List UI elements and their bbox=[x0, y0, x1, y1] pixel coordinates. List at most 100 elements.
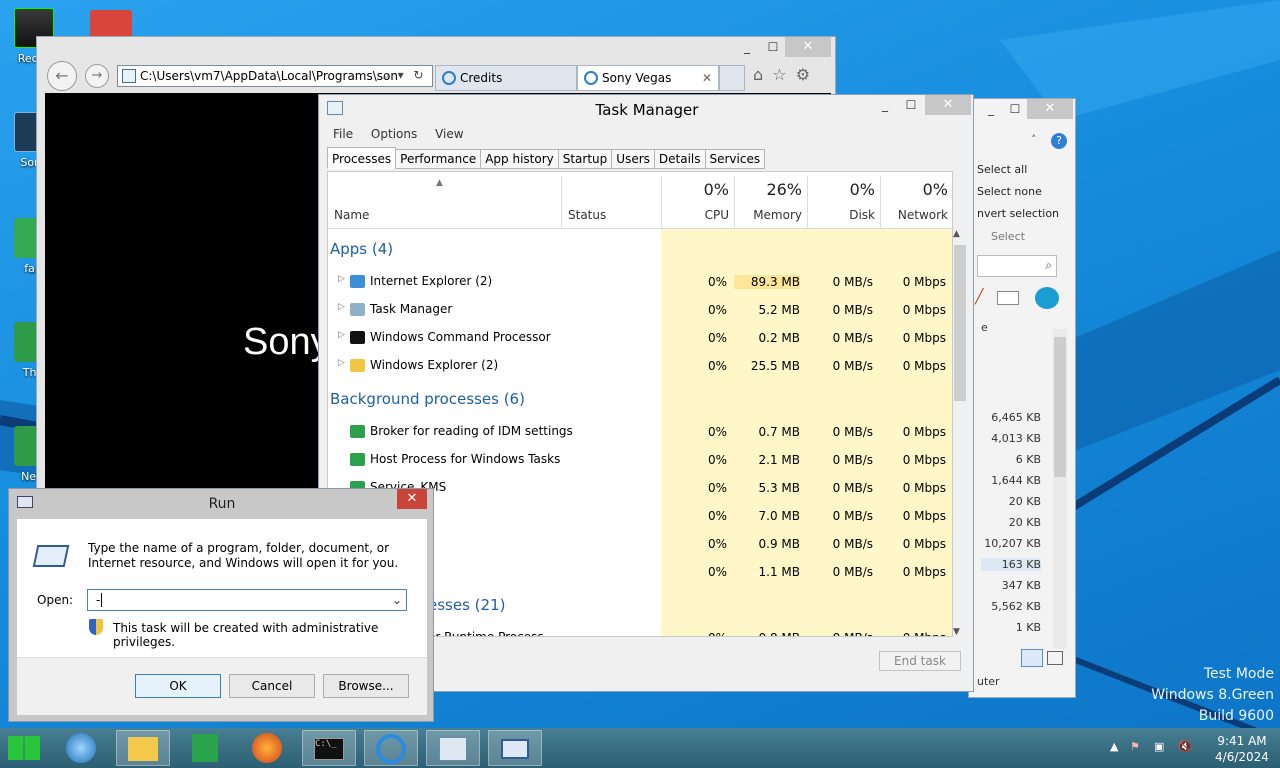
cmd-icon: C:\_ bbox=[314, 738, 344, 760]
scrollbar[interactable]: ▲ ▼ bbox=[953, 229, 967, 637]
mail-icon[interactable] bbox=[997, 291, 1019, 305]
tab-performance[interactable]: Performance bbox=[395, 149, 482, 169]
column-header-status[interactable]: Status bbox=[568, 208, 606, 222]
table-row[interactable]: ▷ Windows Command Processor 0% 0.2 MB 0 MB/s… bbox=[328, 324, 952, 352]
column-header-memory[interactable]: Memory bbox=[734, 208, 802, 222]
menu-file[interactable]: File bbox=[333, 127, 353, 141]
column-header-network[interactable]: Network bbox=[880, 208, 948, 222]
tab-close-icon[interactable]: ✕ bbox=[702, 66, 712, 90]
select-all-button[interactable]: Select all bbox=[977, 163, 1027, 176]
network-tray-icon[interactable]: ▣ bbox=[1154, 740, 1164, 753]
end-task-button[interactable]: End task bbox=[879, 651, 961, 671]
maximize-button[interactable]: ☐ bbox=[1001, 99, 1029, 119]
cpu-total: 0% bbox=[703, 180, 729, 199]
group-apps: Apps (4) bbox=[330, 240, 394, 258]
start-button[interactable] bbox=[8, 736, 40, 760]
minimize-button[interactable]: _ bbox=[733, 37, 761, 57]
taskbar-firefox[interactable] bbox=[240, 730, 294, 766]
column-header-cpu[interactable]: CPU bbox=[661, 208, 729, 222]
dropdown-icon[interactable]: ▾ bbox=[398, 68, 404, 82]
close-button[interactable]: ✕ bbox=[1027, 99, 1073, 119]
help-icon[interactable]: ? bbox=[1051, 133, 1067, 149]
browse-button[interactable]: Browse... bbox=[323, 674, 409, 698]
home-icon[interactable]: ⌂ bbox=[753, 65, 763, 84]
invert-selection-button[interactable]: nvert selection bbox=[977, 207, 1059, 220]
search-icon[interactable]: ⌕ bbox=[383, 68, 390, 82]
table-row[interactable]: ▷ Windows Explorer (2) 0% 25.5 MB 0 MB/s 0 Mb… bbox=[328, 352, 952, 380]
expand-arrow-icon[interactable]: ▷ bbox=[338, 358, 345, 368]
collapse-ribbon-icon[interactable]: ˄ bbox=[1031, 133, 1037, 146]
volume-muted-icon[interactable]: 🔇 bbox=[1178, 740, 1192, 753]
tab-details[interactable]: Details bbox=[653, 149, 706, 169]
maximize-button[interactable]: ☐ bbox=[759, 37, 787, 57]
forward-button[interactable]: → bbox=[85, 64, 109, 88]
close-button[interactable]: ✕ bbox=[397, 489, 427, 509]
taskbar-ie[interactable] bbox=[364, 730, 418, 766]
open-input[interactable]: - ⌄ bbox=[87, 589, 407, 611]
favorites-icon[interactable]: ☆ bbox=[772, 65, 786, 84]
process-name: Internet Explorer (2) bbox=[370, 274, 493, 288]
close-button[interactable]: ✕ bbox=[925, 95, 971, 115]
show-hidden-icons[interactable]: ▲ bbox=[1110, 740, 1118, 753]
settings-gear-icon[interactable]: ⚙ bbox=[796, 65, 810, 84]
tab-processes[interactable]: Processes bbox=[327, 147, 397, 169]
expand-arrow-icon[interactable]: ▷ bbox=[338, 330, 345, 340]
select-none-button[interactable]: Select none bbox=[977, 185, 1042, 198]
dialog-body: Type the name of a program, folder, docu… bbox=[17, 519, 427, 715]
new-tab-button[interactable] bbox=[719, 65, 745, 91]
cancel-button[interactable]: Cancel bbox=[229, 674, 315, 698]
scroll-thumb[interactable] bbox=[954, 245, 966, 401]
explorer-window[interactable]: _ ☐ ✕ ˄ ? Select all Select none nvert s… bbox=[968, 98, 1076, 698]
process-disk: 0 MB/s bbox=[832, 331, 873, 345]
search-box[interactable]: ⌕ bbox=[977, 255, 1057, 277]
taskbar-file-explorer[interactable] bbox=[116, 730, 170, 766]
maximize-button[interactable]: ☐ bbox=[897, 95, 925, 115]
tab-users[interactable]: Users bbox=[611, 149, 655, 169]
chevron-down-icon[interactable]: ⌄ bbox=[392, 590, 402, 610]
taskbar-cmd[interactable]: C:\_ bbox=[302, 730, 356, 766]
scroll-down-icon[interactable]: ▼ bbox=[953, 627, 960, 637]
taskbar-store[interactable] bbox=[178, 730, 232, 766]
scroll-up-icon[interactable]: ▲ bbox=[953, 229, 960, 239]
tab-credits[interactable]: Credits bbox=[435, 65, 577, 91]
scrollbar[interactable] bbox=[1053, 329, 1067, 649]
close-button[interactable]: ✕ bbox=[785, 37, 831, 57]
tab-app-history[interactable]: App history bbox=[480, 149, 559, 169]
process-disk: 0 MB/s bbox=[832, 481, 873, 495]
expand-arrow-icon[interactable]: ▷ bbox=[338, 274, 345, 284]
file-size: 347 KB bbox=[1001, 579, 1041, 592]
process-net: 0 Mbps bbox=[902, 481, 946, 495]
table-row[interactable]: Host Process for Windows Tasks 0% 2.1 MB 0 … bbox=[328, 446, 952, 474]
taskbar-globe[interactable] bbox=[54, 730, 108, 766]
table-row[interactable]: ▷ Internet Explorer (2) 0% 89.3 MB 0 MB/s 0 M… bbox=[328, 268, 952, 296]
large-icons-view-button[interactable] bbox=[1047, 651, 1063, 665]
table-row[interactable]: ▷ Task Manager 0% 5.2 MB 0 MB/s 0 Mbps bbox=[328, 296, 952, 324]
tab-sony-vegas[interactable]: Sony Vegas ✕ bbox=[577, 65, 719, 91]
ok-button[interactable]: OK bbox=[135, 674, 221, 698]
back-button[interactable]: ← bbox=[47, 61, 77, 91]
process-icon bbox=[350, 359, 365, 372]
column-header-name[interactable]: Name bbox=[334, 208, 369, 222]
clock[interactable]: 9:41 AM 4/6/2024 bbox=[1208, 733, 1276, 765]
details-view-button[interactable] bbox=[1021, 649, 1043, 667]
minimize-button[interactable]: _ bbox=[871, 95, 899, 115]
menu-options[interactable]: Options bbox=[371, 127, 417, 141]
taskbar-run[interactable] bbox=[488, 730, 542, 766]
process-cpu: 0% bbox=[707, 331, 727, 345]
menu-view[interactable]: View bbox=[435, 127, 463, 141]
taskbar-task-manager[interactable] bbox=[426, 730, 480, 766]
tab-services[interactable]: Services bbox=[704, 149, 766, 169]
table-row[interactable]: Broker for reading of IDM settings 0% 0.7 … bbox=[328, 418, 952, 446]
page-icon bbox=[122, 69, 136, 83]
column-header-disk[interactable]: Disk bbox=[807, 208, 875, 222]
file-size: 163 KB bbox=[981, 558, 1041, 571]
process-mem: 5.3 MB bbox=[758, 481, 800, 495]
pen-icon[interactable]: ╱ bbox=[975, 289, 983, 305]
globe-icon[interactable] bbox=[1035, 287, 1059, 309]
file-size: 1,644 KB bbox=[991, 474, 1041, 487]
run-dialog[interactable]: Run ✕ Type the name of a program, folder… bbox=[8, 488, 434, 722]
refresh-icon[interactable]: ↻ bbox=[413, 68, 423, 82]
tab-startup[interactable]: Startup bbox=[557, 149, 613, 169]
action-center-flag-icon[interactable]: ⚑ bbox=[1130, 740, 1140, 753]
expand-arrow-icon[interactable]: ▷ bbox=[338, 302, 345, 312]
